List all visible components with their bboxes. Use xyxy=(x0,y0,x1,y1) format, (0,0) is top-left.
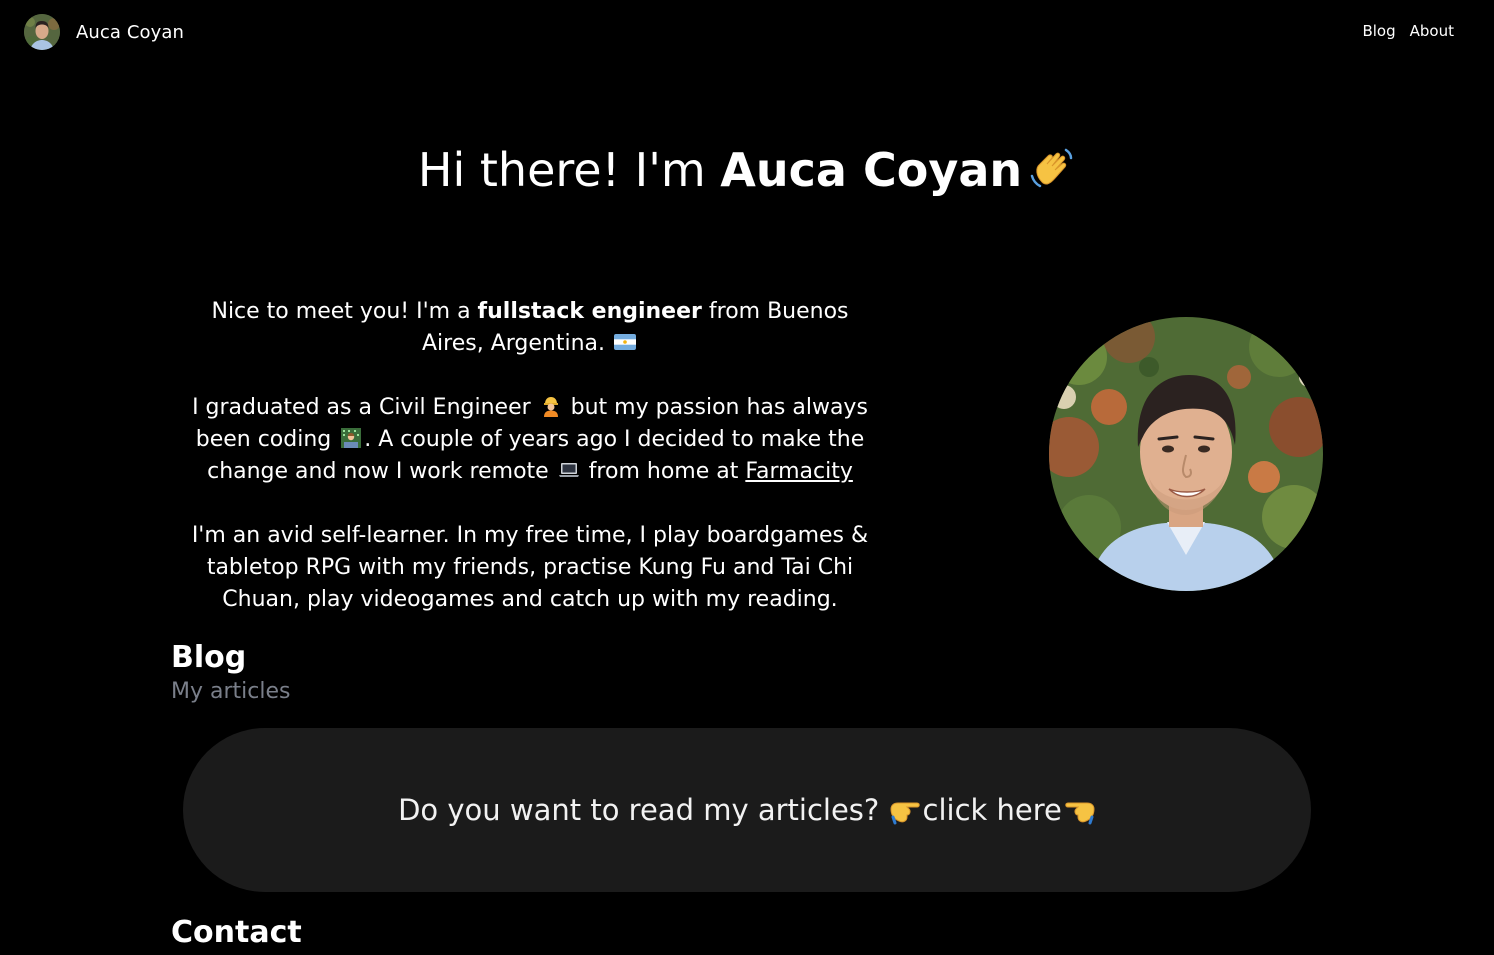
intro-text: Nice to meet you! I'm a fullstack engine… xyxy=(190,296,870,616)
avatar-image xyxy=(24,14,60,50)
main-nav: Blog About xyxy=(1362,22,1454,40)
site-header: Auca Coyan Blog About xyxy=(0,0,1494,66)
blog-section-subtitle: My articles xyxy=(171,679,291,704)
hero-greeting: Hi there! I'm xyxy=(417,143,721,197)
intro-text-segment: Nice to meet you! I'm a xyxy=(211,299,478,324)
nav-link-blog[interactable]: Blog xyxy=(1362,22,1395,40)
read-articles-card[interactable]: Do you want to read my articles? click h… xyxy=(183,728,1311,892)
blog-section-title: Blog xyxy=(171,640,247,675)
cta-click-here[interactable]: click here xyxy=(923,793,1062,827)
profile-photo xyxy=(1049,317,1323,591)
intro-paragraph-2: I graduated as a Civil Engineer but my p… xyxy=(190,392,870,488)
intro-highlight: fullstack engineer xyxy=(477,299,702,324)
brand-home-link[interactable]: Auca Coyan xyxy=(24,14,184,50)
hero-title: Hi there! I'm Auca Coyan xyxy=(0,140,1494,200)
avatar xyxy=(24,14,60,50)
pointing-left-hand-icon xyxy=(1065,802,1095,825)
technologist-icon xyxy=(341,428,362,448)
construction-worker-icon xyxy=(543,397,558,417)
laptop-icon xyxy=(558,463,579,477)
intro-paragraph-1: Nice to meet you! I'm a fullstack engine… xyxy=(190,296,870,360)
profile-photo-image xyxy=(1049,317,1323,591)
hero-name: Auca Coyan xyxy=(720,143,1023,197)
brand-name: Auca Coyan xyxy=(76,21,185,43)
intro-text-segment: I graduated as a Civil Engineer xyxy=(192,395,538,420)
argentina-flag-icon xyxy=(614,334,636,350)
cta-text: Do you want to read my articles? xyxy=(398,793,880,827)
pointing-right-hand-icon xyxy=(890,802,920,825)
waving-hand-icon xyxy=(1030,148,1073,188)
intro-paragraph-3: I'm an avid self-learner. In my free tim… xyxy=(191,523,869,612)
intro-text-segment: from home at xyxy=(581,459,746,484)
farmacity-link[interactable]: Farmacity xyxy=(745,459,853,484)
contact-section-title: Contact xyxy=(171,915,302,950)
nav-link-about[interactable]: About xyxy=(1410,22,1454,40)
